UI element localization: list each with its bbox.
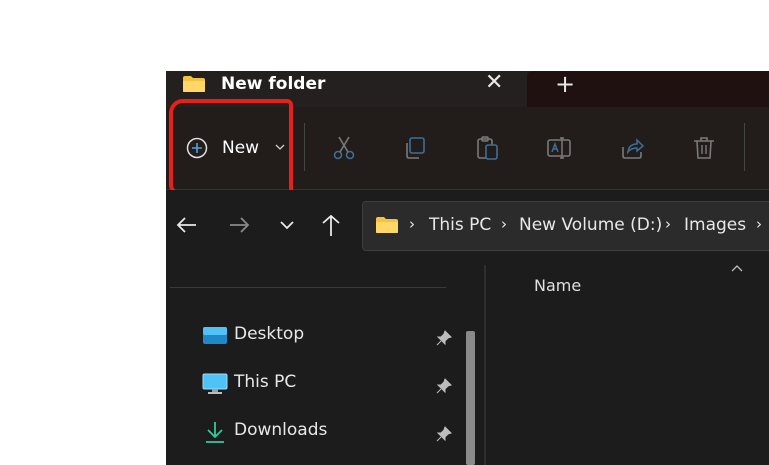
sidebar-item-label: This PC (234, 372, 297, 392)
download-icon (206, 422, 224, 443)
sidebar-item-this-pc[interactable]: This PC (202, 370, 462, 400)
paste-icon[interactable] (474, 135, 500, 161)
breadcrumb-new-volume[interactable]: New Volume (D:) (519, 215, 662, 235)
pin-icon[interactable] (436, 330, 452, 346)
close-icon[interactable]: ✕ (485, 72, 503, 94)
plus-circle-icon (186, 137, 208, 159)
tab-new-folder[interactable]: New folder ✕ (166, 71, 527, 107)
address-bar[interactable]: › This PC › New Volume (D:) › Images › (362, 201, 769, 251)
navigation-pane: Desktop This PC Downloads (166, 265, 484, 465)
navigation-pane-scrollbar[interactable] (466, 331, 475, 465)
pin-icon[interactable] (436, 426, 452, 442)
file-explorer-window: New folder ✕ + New › This PC › New Volum… (166, 71, 769, 465)
chevron-up-icon (731, 265, 743, 272)
add-tab-icon[interactable]: + (555, 71, 575, 97)
delete-icon[interactable] (691, 135, 717, 161)
sidebar-item-desktop[interactable]: Desktop (202, 322, 462, 352)
tab-bar: New folder ✕ + (166, 71, 769, 107)
new-tab-area: + (527, 71, 769, 107)
pane-divider (170, 287, 446, 288)
sidebar-item-label: Desktop (234, 324, 305, 344)
folder-icon (376, 217, 398, 233)
chevron-right-icon: › (409, 215, 415, 233)
chevron-right-icon: › (665, 215, 671, 233)
chevron-right-icon: › (756, 215, 762, 233)
sidebar-item-label: Downloads (234, 420, 328, 440)
rename-icon[interactable] (546, 135, 572, 161)
sidebar-item-downloads[interactable]: Downloads (202, 418, 462, 448)
share-icon[interactable] (619, 135, 645, 161)
toolbar-separator (304, 123, 305, 171)
pin-icon[interactable] (436, 378, 452, 394)
up-arrow-icon[interactable] (318, 212, 344, 238)
cut-icon[interactable] (331, 135, 357, 161)
back-arrow-icon[interactable] (174, 212, 200, 238)
chevron-right-icon: › (501, 215, 507, 233)
forward-arrow-icon[interactable] (226, 212, 252, 238)
copy-icon[interactable] (402, 135, 428, 161)
tab-title: New folder (221, 74, 326, 94)
pane-splitter[interactable] (484, 265, 486, 465)
breadcrumb-this-pc[interactable]: This PC (429, 215, 491, 235)
command-bar: New (166, 107, 769, 190)
computer-icon (202, 373, 228, 394)
new-button-label: New (222, 138, 260, 158)
new-button[interactable]: New (176, 131, 285, 167)
column-header-name[interactable]: Name (534, 276, 581, 295)
navigation-row: › This PC › New Volume (D:) › Images › (166, 190, 769, 265)
toolbar-separator (744, 123, 745, 171)
recent-locations-chevron-icon[interactable] (274, 212, 300, 238)
desktop-icon (203, 327, 227, 344)
folder-icon (183, 76, 205, 92)
breadcrumb-images[interactable]: Images (684, 215, 746, 235)
chevron-down-icon (275, 144, 285, 150)
